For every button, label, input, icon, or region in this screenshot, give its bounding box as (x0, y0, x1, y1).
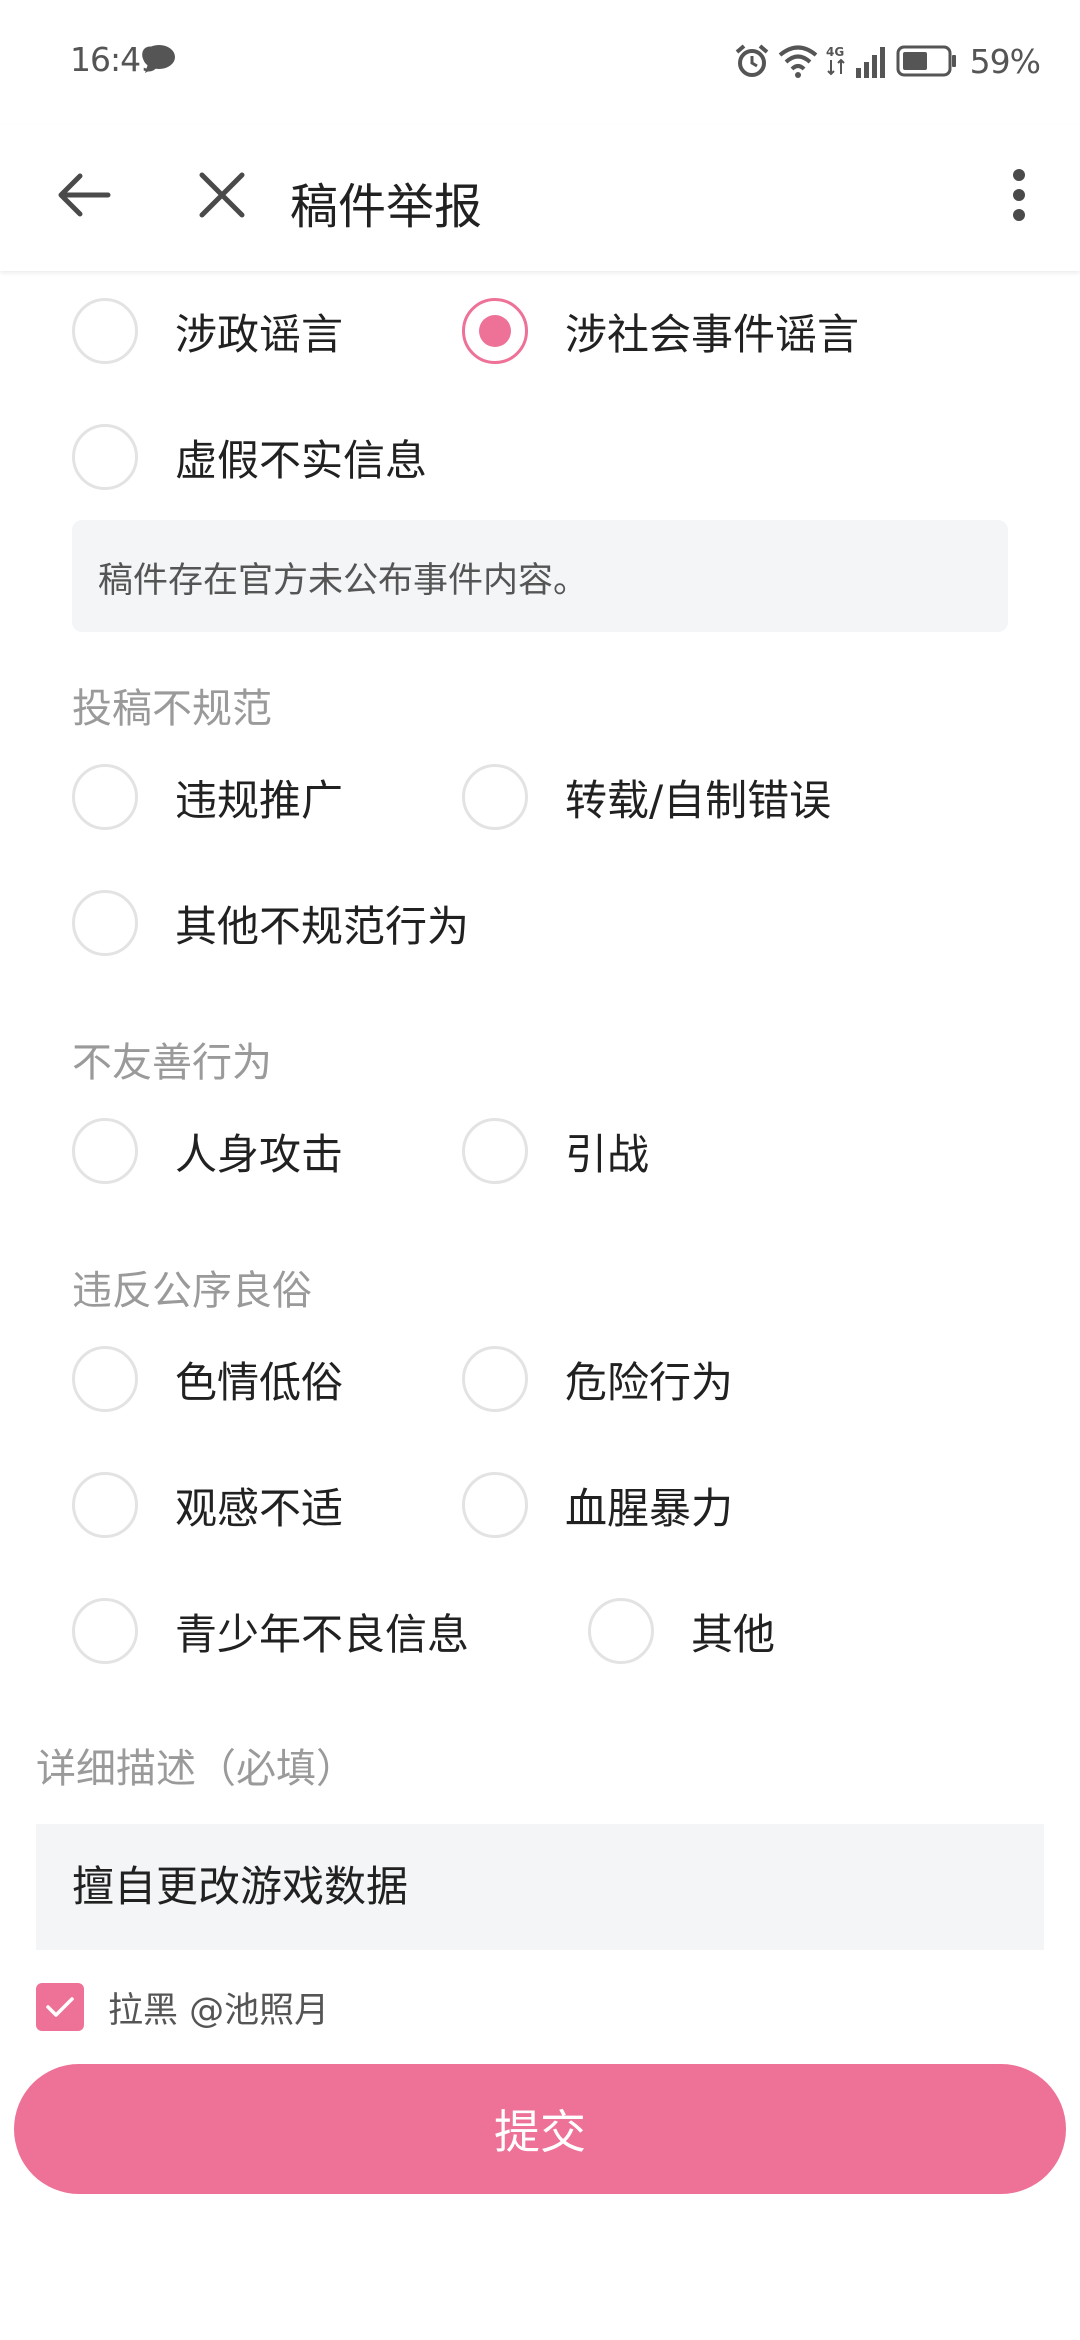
alarm-icon (734, 43, 770, 79)
option-illegal-promotion[interactable]: 违规推广 (72, 762, 343, 832)
radio-button[interactable] (72, 298, 138, 364)
close-icon (199, 172, 245, 218)
option-label: 虚假不实信息 (175, 435, 428, 485)
app-bar: 稿件举报 (0, 125, 1080, 271)
radio-button-selected[interactable] (462, 298, 528, 364)
radio-button[interactable] (462, 764, 528, 830)
radio-button[interactable] (72, 764, 138, 830)
battery-percentage: 59% (969, 41, 1041, 81)
wifi-icon (778, 44, 818, 78)
option-label: 涉社会事件谣言 (565, 309, 860, 359)
page-title: 稿件举报 (290, 179, 483, 235)
option-label: 违规推广 (175, 775, 344, 825)
battery-icon (896, 45, 958, 77)
radio-button[interactable] (462, 1118, 528, 1184)
option-personal-attack[interactable]: 人身攻击 (72, 1116, 343, 1186)
message-icon (142, 44, 176, 74)
radio-button[interactable] (72, 890, 138, 956)
option-label: 引战 (565, 1129, 650, 1179)
section-title-public-order: 违反公序良俗 (72, 1268, 312, 1314)
option-harmful-to-minors[interactable]: 青少年不良信息 (72, 1596, 469, 1666)
option-gore-violence[interactable]: 血腥暴力 (462, 1470, 733, 1540)
section-title-irregular: 投稿不规范 (72, 686, 272, 732)
option-dangerous-behavior[interactable]: 危险行为 (462, 1344, 733, 1414)
more-button[interactable] (984, 155, 1054, 235)
option-uncomfortable[interactable]: 观感不适 (72, 1470, 343, 1540)
block-user-row[interactable]: 拉黑 @池照月 (36, 1982, 329, 2032)
more-vertical-icon (1013, 169, 1025, 221)
4g-icon: 4G (826, 44, 848, 78)
option-political-rumor[interactable]: 涉政谣言 (72, 296, 343, 366)
radio-button[interactable] (72, 1472, 138, 1538)
block-user-checkbox[interactable] (36, 1983, 84, 2031)
option-other[interactable]: 其他 (588, 1596, 775, 1666)
option-false-information[interactable]: 虚假不实信息 (72, 422, 427, 492)
option-label: 其他不规范行为 (175, 901, 470, 951)
option-label: 观感不适 (175, 1483, 344, 1533)
radio-button[interactable] (462, 1472, 528, 1538)
radio-button[interactable] (72, 1346, 138, 1412)
option-label: 其他 (691, 1609, 776, 1659)
submit-button[interactable]: 提交 (14, 2064, 1066, 2194)
section-title-unfriendly: 不友善行为 (72, 1040, 272, 1086)
detail-description-title: 详细描述（必填） (36, 1746, 356, 1792)
option-label: 涉政谣言 (175, 309, 344, 359)
option-label: 人身攻击 (175, 1129, 344, 1179)
radio-button[interactable] (72, 1598, 138, 1664)
block-user-label: 拉黑 @池照月 (108, 1990, 330, 2031)
checkmark-icon (46, 1997, 74, 2017)
status-bar: 16:49 4G 59% (0, 0, 1080, 125)
option-label: 转载/自制错误 (565, 775, 832, 825)
option-label: 血腥暴力 (565, 1483, 734, 1533)
option-description: 稿件存在官方未公布事件内容。 (72, 520, 1008, 632)
radio-button[interactable] (72, 424, 138, 490)
svg-text:4G: 4G (826, 45, 844, 59)
option-pornographic[interactable]: 色情低俗 (72, 1344, 343, 1414)
option-label: 色情低俗 (175, 1357, 344, 1407)
radio-button[interactable] (462, 1346, 528, 1412)
option-label: 青少年不良信息 (175, 1609, 470, 1659)
option-social-event-rumor[interactable]: 涉社会事件谣言 (462, 296, 859, 366)
radio-button[interactable] (72, 1118, 138, 1184)
option-provoking[interactable]: 引战 (462, 1116, 649, 1186)
radio-button[interactable] (588, 1598, 654, 1664)
close-button[interactable] (182, 155, 262, 235)
back-button[interactable] (44, 155, 124, 235)
option-other-irregular[interactable]: 其他不规范行为 (72, 888, 469, 958)
detail-description-input[interactable]: 擅自更改游戏数据 (36, 1824, 1044, 1950)
option-repost-original-error[interactable]: 转载/自制错误 (462, 762, 831, 832)
option-label: 危险行为 (565, 1357, 734, 1407)
back-arrow-icon (58, 173, 111, 217)
signal-icon (855, 44, 888, 78)
status-icons: 4G 59% (734, 38, 1041, 84)
